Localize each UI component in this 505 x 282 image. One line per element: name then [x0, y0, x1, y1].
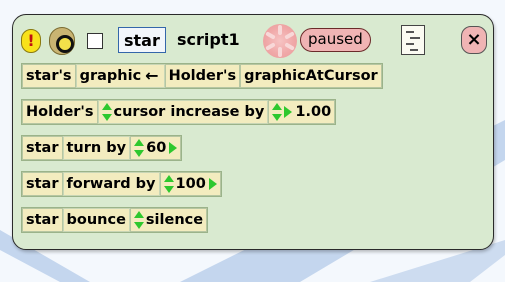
command-label: cursor increase by — [113, 104, 265, 120]
command-tile[interactable]: Holder's cursor increase by 1.00 — [21, 99, 337, 125]
close-icon[interactable]: × — [461, 26, 487, 54]
assign-arrow-icon[interactable]: ← — [145, 64, 158, 88]
player-tile[interactable]: star — [22, 208, 63, 232]
value-label: silence — [145, 212, 204, 228]
assignment-row[interactable]: star's graphic ← Holder's graphicAtCurso… — [21, 63, 383, 89]
command-label-tile[interactable]: bounce — [62, 208, 130, 232]
command-row[interactable]: star turn by 60 — [21, 135, 183, 161]
value-tile[interactable]: graphicAtCursor — [240, 64, 382, 88]
up-down-arrow-icon[interactable] — [101, 103, 112, 121]
up-down-arrow-icon[interactable] — [163, 175, 174, 193]
player-name-tile[interactable]: star — [118, 27, 166, 53]
value-tile[interactable]: silence — [129, 208, 208, 232]
run-once-icon — [56, 35, 74, 53]
world-stage: ! star script1 paused × star's graphic ←… — [0, 0, 505, 282]
value-label: 100 — [175, 176, 206, 192]
script-checkbox[interactable] — [87, 33, 103, 49]
run-once-button[interactable] — [49, 27, 75, 55]
command-tile[interactable]: star bounce silence — [21, 207, 209, 233]
command-row[interactable]: Holder's cursor increase by 1.00 — [21, 99, 337, 125]
assignment-tile[interactable]: star's graphic ← Holder's graphicAtCurso… — [21, 63, 383, 89]
variable-tile[interactable]: graphic ← — [75, 64, 165, 88]
script-name-label[interactable]: script1 — [177, 27, 240, 53]
script-menu-icon[interactable] — [401, 25, 425, 55]
right-arrow-icon[interactable] — [284, 106, 293, 118]
right-arrow-icon[interactable] — [208, 178, 217, 190]
command-row[interactable]: star bounce silence — [21, 207, 209, 233]
script-header: ! star script1 paused × — [21, 23, 487, 58]
up-down-arrow-icon[interactable] — [272, 103, 283, 121]
command-tile[interactable]: star forward by 100 — [21, 171, 222, 197]
command-label-tile[interactable]: forward by — [62, 172, 160, 196]
player-tile[interactable]: star's — [22, 64, 76, 88]
tick-rate-icon[interactable] — [263, 24, 297, 58]
player-tile[interactable]: Holder's — [22, 100, 98, 124]
holder-tile[interactable]: Holder's — [164, 64, 241, 88]
value-label: 60 — [146, 140, 167, 156]
up-down-arrow-icon[interactable] — [133, 211, 144, 229]
player-tile[interactable]: star — [22, 136, 63, 160]
value-tile[interactable]: 60 — [130, 136, 182, 160]
command-tile[interactable]: star turn by 60 — [21, 135, 183, 161]
command-label-tile[interactable]: cursor increase by — [97, 100, 269, 124]
command-label-tile[interactable]: turn by — [62, 136, 131, 160]
player-tile[interactable]: star — [22, 172, 63, 196]
up-down-arrow-icon[interactable] — [134, 139, 145, 157]
value-tile[interactable]: 1.00 — [268, 100, 336, 124]
script-editor[interactable]: ! star script1 paused × star's graphic ←… — [12, 14, 494, 250]
exclamation-icon[interactable]: ! — [21, 29, 41, 53]
command-row[interactable]: star forward by 100 — [21, 171, 222, 197]
right-arrow-icon[interactable] — [169, 142, 178, 154]
value-tile[interactable]: 100 — [159, 172, 221, 196]
value-label: 1.00 — [295, 104, 332, 120]
status-button[interactable]: paused — [300, 28, 371, 52]
variable-label: graphic — [79, 68, 142, 84]
